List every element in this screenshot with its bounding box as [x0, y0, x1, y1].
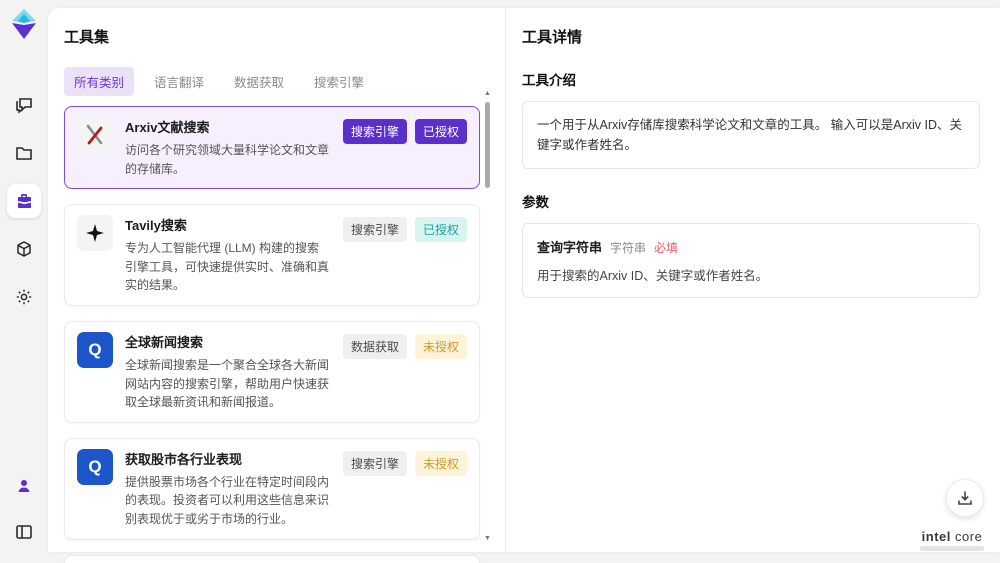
brand-core: core [950, 529, 983, 544]
sidebar-item-account[interactable] [7, 469, 41, 503]
download-icon [956, 489, 974, 507]
chat-icon [14, 95, 34, 115]
param-description: 用于搜索的Arxiv ID、关键字或作者姓名。 [537, 269, 769, 283]
app-logo-icon [12, 9, 36, 39]
tool-card-tavily[interactable]: Tavily搜索 专为人工智能代理 (LLM) 构建的搜索引擎工具，可快速提供实… [64, 204, 480, 306]
left-sidebar [0, 0, 48, 563]
scroll-thumb[interactable] [485, 102, 490, 188]
category-badge: 搜索引擎 [342, 217, 407, 243]
tool-details-panel: 工具详情 工具介绍 一个用于从Arxiv存储库搜索科学论文和文章的工具。 输入可… [505, 8, 1000, 552]
scroll-up-icon[interactable]: ▲ [484, 90, 491, 97]
tool-description: 提供股票市场各个行业在特定时间段内的表现。投资者可以利用这些信息来识别表现优于或… [125, 474, 330, 526]
category-tabs: 所有类别 语言翻译 数据获取 搜索引擎 [64, 67, 505, 96]
page-title: 工具集 [64, 29, 110, 46]
folder-icon [14, 143, 34, 163]
toolbox-icon [14, 191, 34, 211]
tool-card-sector-performance[interactable]: Q 获取股市各行业表现 提供股票市场各个行业在特定时间段内的表现。投资者可以利用… [64, 437, 480, 540]
intro-text: 一个用于从Arxiv存储库搜索科学论文和文章的工具。 输入可以是Arxiv ID… [537, 118, 963, 152]
list-scrollbar[interactable]: ▲ ▼ [484, 90, 491, 542]
intel-core-badge: intel core [920, 529, 984, 551]
tool-name: Arxiv文献搜索 [125, 120, 210, 135]
status-badge: 已授权 [414, 119, 467, 144]
params-heading: 参数 [522, 195, 549, 210]
param-type: 字符串 [610, 241, 647, 255]
tool-name: Tavily搜索 [125, 218, 187, 234]
brand-intel: intel [921, 529, 951, 544]
sidebar-item-collapse[interactable] [7, 515, 41, 549]
news-logo-icon: Q [77, 331, 113, 368]
arxiv-logo-icon [77, 117, 113, 153]
sidebar-item-chat[interactable] [7, 88, 41, 122]
tool-card-arxiv[interactable]: Arxiv文献搜索 访问各个研究领域大量科学论文和文章的存储库。 搜索引擎 已授… [64, 106, 480, 190]
tab-language-translation[interactable]: 语言翻译 [144, 67, 214, 96]
tools-panel: 工具集 所有类别 语言翻译 数据获取 搜索引擎 Arxiv文献搜索 访问各个研究… [48, 8, 505, 563]
sidebar-item-tools[interactable] [7, 184, 41, 218]
param-name: 查询字符串 [537, 240, 603, 255]
sidebar-item-settings[interactable] [7, 280, 41, 314]
scroll-down-icon[interactable]: ▼ [484, 535, 491, 542]
tool-description: 访问各个研究领域大量科学论文和文章的存储库。 [125, 143, 330, 176]
tab-search-engine[interactable]: 搜索引擎 [304, 67, 374, 96]
panel-toggle-icon [14, 522, 34, 542]
category-badge: 搜索引擎 [342, 450, 407, 476]
intro-heading: 工具介绍 [522, 73, 576, 88]
tool-card-most-active-stocks[interactable]: Q 获取市场最活跃股票信息 提供当天交易量最高的股票列表，投资者可以利用这些信息… [64, 554, 480, 563]
tool-description: 专为人工智能代理 (LLM) 构建的搜索引擎工具，可快速提供实时、准确和真实的结… [125, 241, 330, 293]
cube-icon [14, 239, 34, 259]
parameter-box: 查询字符串 字符串 必填 用于搜索的Arxiv ID、关键字或作者姓名。 [522, 223, 980, 298]
tool-card-global-news[interactable]: Q 全球新闻搜索 全球新闻搜索是一个聚合全球各大新闻网站内容的搜索引擎，帮助用户… [64, 320, 480, 423]
tool-list: Arxiv文献搜索 访问各个研究领域大量科学论文和文章的存储库。 搜索引擎 已授… [64, 106, 480, 563]
sidebar-item-files[interactable] [7, 136, 41, 170]
brand-subline [920, 546, 984, 551]
status-badge: 已授权 [414, 217, 467, 243]
app-window: 工具集 所有类别 语言翻译 数据获取 搜索引擎 Arxiv文献搜索 访问各个研究… [0, 0, 1000, 563]
download-button[interactable] [946, 479, 984, 517]
news-logo-icon: Q [77, 448, 113, 485]
user-icon [15, 477, 33, 495]
status-badge: 未授权 [414, 333, 467, 359]
status-badge: 未授权 [414, 450, 467, 476]
category-badge: 搜索引擎 [342, 119, 407, 144]
tab-all-categories[interactable]: 所有类别 [64, 67, 135, 96]
param-required-badge: 必填 [654, 241, 679, 255]
sidebar-item-models[interactable] [7, 232, 41, 266]
tab-data-fetch[interactable]: 数据获取 [224, 67, 294, 96]
details-title: 工具详情 [522, 29, 583, 46]
main-panel: 工具集 所有类别 语言翻译 数据获取 搜索引擎 Arxiv文献搜索 访问各个研究… [48, 8, 1000, 563]
tool-description: 全球新闻搜索是一个聚合全球各大新闻网站内容的搜索引擎，帮助用户快速获取全球最新资… [125, 357, 330, 410]
tool-name: 全球新闻搜索 [125, 334, 204, 350]
tool-name: 获取股市各行业表现 [125, 451, 243, 467]
gear-icon [14, 287, 34, 307]
category-badge: 数据获取 [342, 333, 407, 359]
intro-box: 一个用于从Arxiv存储库搜索科学论文和文章的工具。 输入可以是Arxiv ID… [522, 101, 980, 169]
tavily-logo-icon [77, 215, 113, 252]
